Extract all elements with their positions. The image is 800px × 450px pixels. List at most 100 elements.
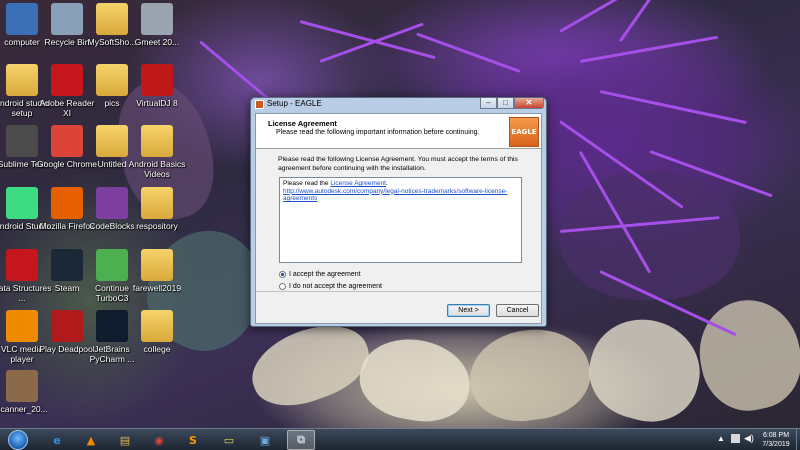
desktop-icon-label: Android Basics Videos: [128, 159, 186, 179]
taskbar: e ▲ ▤ ◉ S ▭ ▣ ⧉ ▲ ◀) 6:08 PM 7/3/2019: [0, 428, 800, 450]
system-clock[interactable]: 6:08 PM 7/3/2019: [756, 431, 796, 449]
desktop-icon-label: Gmeet 20...: [134, 37, 180, 47]
vinyl-icon: [141, 64, 173, 96]
taskbar-sublime-icon[interactable]: S: [179, 430, 207, 450]
folder-icon: [141, 187, 173, 219]
desktop-icon[interactable]: scanner_20...: [0, 370, 52, 414]
wallpaper-strand: [199, 40, 270, 101]
eagle-logo: EAGLE: [509, 117, 539, 147]
desktop-icon-label: farewell2019: [132, 283, 182, 293]
wallpaper-petal: [560, 170, 740, 300]
wallpaper-strand: [599, 90, 748, 125]
computer-icon: [6, 3, 38, 35]
setup-dialog[interactable]: Setup - EAGLE – □ ✕ License Agreement Pl…: [250, 97, 547, 327]
wizard-header-subtitle: Please read the following important info…: [276, 129, 480, 136]
pycharm-icon: [96, 310, 128, 342]
eagle-logo-text: EAGLE: [511, 128, 537, 136]
desktop-icon-label: Steam: [54, 283, 80, 293]
dialog-client-area: License Agreement Please read the follow…: [255, 113, 542, 324]
license-text-box[interactable]: Please read the License Agreement. http:…: [279, 177, 522, 263]
start-button[interactable]: [8, 430, 28, 450]
taskbar-chrome-icon[interactable]: ◉: [145, 430, 173, 450]
accept-agreement-option[interactable]: I accept the agreement: [279, 271, 361, 278]
radio-selected-dot: [281, 273, 284, 276]
firefox-icon: [51, 187, 83, 219]
folder-icon: [6, 64, 38, 96]
wallpaper-petal: [578, 307, 712, 428]
wallpaper-strand: [559, 0, 665, 33]
reject-agreement-option[interactable]: I do not accept the agreement: [279, 283, 382, 290]
desktop-icon[interactable]: VirtualDJ 8: [127, 64, 187, 108]
wizard-header-title: License Agreement: [268, 119, 337, 128]
taskbar-vlc-icon[interactable]: ▲: [77, 430, 105, 450]
next-button[interactable]: Next >: [447, 304, 490, 317]
desktop-icon-label: computer: [4, 37, 40, 47]
license-prefix: Please read the: [283, 180, 331, 187]
clock-time: 6:08 PM: [762, 432, 790, 439]
recycle-bin-icon: [51, 3, 83, 35]
license-instructions: Please read the following License Agreem…: [278, 156, 518, 172]
desktop-icon[interactable]: respository: [127, 187, 187, 231]
show-desktop-button[interactable]: [796, 429, 800, 450]
wallpaper-strand: [579, 35, 719, 63]
taskbar-file-explorer-icon[interactable]: ▤: [111, 430, 139, 450]
accept-label: I accept the agreement: [289, 271, 361, 278]
desktop-icon[interactable]: Gmeet 20...: [127, 3, 187, 47]
folder-icon: [96, 3, 128, 35]
wallpaper-petal: [241, 311, 379, 419]
file-icon: [141, 3, 173, 35]
desktop-icon[interactable]: farewell2019: [127, 249, 187, 293]
download-arrow-icon: [96, 249, 128, 281]
desktop-icon-label: respository: [136, 221, 178, 231]
dialog-titlebar[interactable]: Setup - EAGLE – □ ✕: [251, 98, 546, 112]
wizard-header: License Agreement Please read the follow…: [256, 114, 541, 149]
sublime-icon: [6, 125, 38, 157]
desktop-icon-label: scanner_20...: [0, 404, 48, 414]
desktop-icon[interactable]: Android Basics Videos: [127, 125, 187, 179]
desktop-icon-label: college: [143, 344, 171, 354]
accept-radio[interactable]: [279, 271, 286, 278]
deadpool-icon: [51, 310, 83, 342]
wallpaper-strand: [618, 0, 691, 43]
wallpaper-petal: [464, 322, 596, 428]
show-hidden-icons-icon[interactable]: ▲: [717, 434, 725, 443]
setup-app-icon: [255, 100, 264, 109]
folder-icon: [96, 125, 128, 157]
steam-icon: [51, 249, 83, 281]
desktop-icon-label: Untitled: [97, 159, 127, 169]
folder-icon: [141, 125, 173, 157]
license-url-link[interactable]: http://www.autodesk.com/company/legal-no…: [283, 188, 507, 203]
pdf-icon: [6, 249, 38, 281]
reject-radio[interactable]: [279, 283, 286, 290]
license-suffix: .: [386, 180, 388, 187]
close-button[interactable]: ✕: [514, 98, 544, 109]
action-center-flag-icon[interactable]: [731, 434, 740, 443]
android-studio-icon: [6, 187, 38, 219]
license-agreement-link[interactable]: License Agreement: [330, 180, 386, 187]
codeblocks-icon: [96, 187, 128, 219]
cancel-button[interactable]: Cancel: [496, 304, 539, 317]
dialog-title: Setup - EAGLE: [267, 99, 322, 108]
desktop-icon[interactable]: college: [127, 310, 187, 354]
taskbar-internet-explorer-icon[interactable]: e: [43, 430, 71, 450]
chrome-icon: [51, 125, 83, 157]
desktop-icon-label: pics: [104, 98, 120, 108]
taskbar-notes-folder-icon[interactable]: ▭: [215, 430, 243, 450]
wallpaper-petal: [353, 331, 477, 428]
maximize-button[interactable]: □: [497, 98, 514, 109]
clock-date: 7/3/2019: [762, 441, 790, 448]
taskbar-image-viewer-icon[interactable]: ▣: [251, 430, 279, 450]
wallpaper-strand: [416, 32, 521, 73]
folder-icon: [141, 310, 173, 342]
pdf-icon: [51, 64, 83, 96]
folder-icon: [141, 249, 173, 281]
minimize-button[interactable]: –: [480, 98, 497, 109]
wallpaper-petal: [689, 290, 800, 420]
photo-icon: [6, 370, 38, 402]
taskbar-setup-icon[interactable]: ⧉: [287, 430, 315, 450]
volume-icon[interactable]: ◀): [744, 433, 754, 444]
footer-separator: [256, 291, 541, 292]
reject-label: I do not accept the agreement: [289, 283, 383, 290]
desktop-icon-label: VirtualDJ 8: [136, 98, 178, 108]
folder-icon: [96, 64, 128, 96]
